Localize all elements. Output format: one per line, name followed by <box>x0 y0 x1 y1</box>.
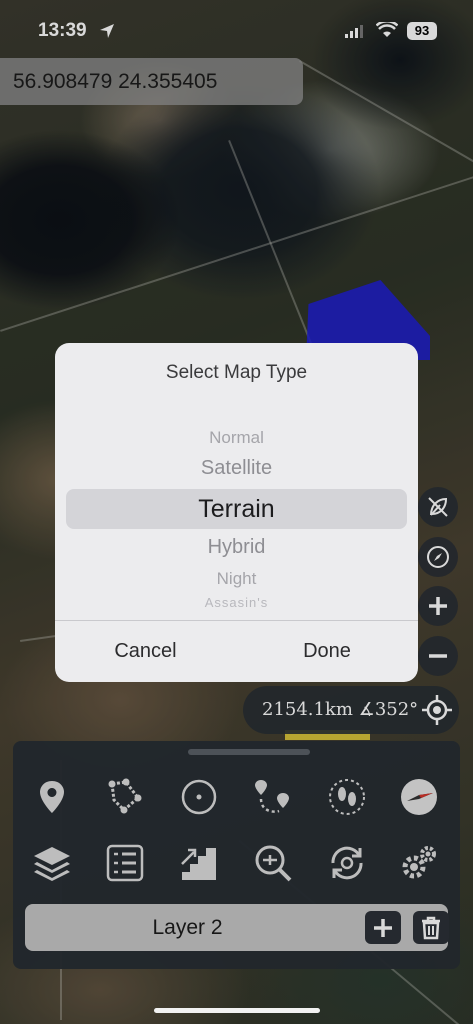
picker-option-satellite[interactable]: Satellite <box>55 457 418 480</box>
picker-option-normal[interactable]: Normal <box>55 428 418 448</box>
picker-option-assasins[interactable]: Assasin's <box>55 595 418 610</box>
picker-option-terrain[interactable]: Terrain <box>55 495 418 524</box>
picker-option-night[interactable]: Night <box>55 569 418 589</box>
dialog-title: Select Map Type <box>165 362 308 383</box>
home-indicator[interactable] <box>154 1008 320 1013</box>
cancel-button[interactable]: Cancel <box>55 620 236 682</box>
map-type-dialog: Select Map Type Normal Satellite Terrain… <box>55 343 418 682</box>
done-button[interactable]: Done <box>236 620 418 682</box>
picker-option-hybrid[interactable]: Hybrid <box>55 536 418 559</box>
map-type-picker[interactable]: Normal Satellite Terrain Hybrid Night As… <box>55 415 418 615</box>
